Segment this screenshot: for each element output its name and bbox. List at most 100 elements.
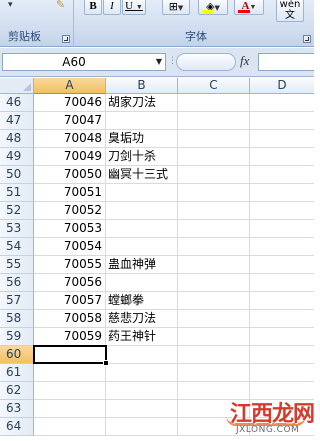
cell-a[interactable]: 70052 (34, 202, 106, 220)
cell-c[interactable] (178, 220, 250, 238)
column-header-a[interactable]: A (34, 78, 106, 94)
column-header-c[interactable]: C (178, 78, 250, 94)
cell-d[interactable] (250, 274, 314, 292)
cell-c[interactable] (178, 310, 250, 328)
cell-b[interactable]: 螳螂拳 (106, 292, 178, 310)
cell-d[interactable] (250, 292, 314, 310)
cell-d[interactable] (250, 94, 314, 112)
cell-b[interactable]: 幽冥十三式 (106, 166, 178, 184)
cell-b[interactable] (106, 220, 178, 238)
cell-a[interactable]: 70058 (34, 310, 106, 328)
cell-c[interactable] (178, 166, 250, 184)
fill-handle[interactable] (103, 360, 109, 366)
cell-c[interactable] (178, 112, 250, 130)
cell-b[interactable] (106, 346, 178, 364)
row-header[interactable]: 64 (0, 418, 34, 436)
cell-a[interactable] (34, 364, 106, 382)
cell-a[interactable]: 70049 (34, 148, 106, 166)
row-header[interactable]: 62 (0, 382, 34, 400)
row-header[interactable]: 56 (0, 274, 34, 292)
cell-d[interactable] (250, 184, 314, 202)
row-header[interactable]: 63 (0, 400, 34, 418)
select-all-button[interactable] (0, 78, 34, 94)
row-header[interactable]: 49 (0, 148, 34, 166)
cut-icon[interactable]: ▾ (8, 0, 13, 10)
cell-a[interactable] (34, 418, 106, 436)
cell-b[interactable]: 刀剑十杀 (106, 148, 178, 166)
active-cell-border[interactable] (33, 345, 107, 364)
fill-color-button[interactable]: ◈▼ (198, 0, 228, 15)
row-header[interactable]: 61 (0, 364, 34, 382)
row-header[interactable]: 54 (0, 238, 34, 256)
underline-button[interactable]: U ▼ (122, 0, 146, 15)
cell-b[interactable]: 胡家刀法 (106, 94, 178, 112)
cell-b[interactable] (106, 274, 178, 292)
clipboard-dialog-launcher-icon[interactable] (62, 35, 70, 43)
row-header[interactable]: 59 (0, 328, 34, 346)
column-header-d[interactable]: D (250, 78, 314, 94)
formula-input[interactable] (258, 53, 314, 71)
cell-c[interactable] (178, 184, 250, 202)
name-box[interactable]: A60 ▼ (2, 53, 166, 71)
row-header[interactable]: 52 (0, 202, 34, 220)
cell-b[interactable] (106, 382, 178, 400)
cell-a[interactable]: 70057 (34, 292, 106, 310)
cell-a[interactable]: 70048 (34, 130, 106, 148)
cell-c[interactable] (178, 256, 250, 274)
cell-b[interactable] (106, 202, 178, 220)
cell-a[interactable]: 70046 (34, 94, 106, 112)
cell-b[interactable] (106, 364, 178, 382)
cell-a[interactable]: 70051 (34, 184, 106, 202)
italic-button[interactable]: I (103, 0, 121, 15)
cell-a[interactable] (34, 382, 106, 400)
cell-c[interactable] (178, 202, 250, 220)
cell-b[interactable] (106, 184, 178, 202)
row-header[interactable]: 55 (0, 256, 34, 274)
row-header[interactable]: 53 (0, 220, 34, 238)
cell-a[interactable]: 70059 (34, 328, 106, 346)
cell-c[interactable] (178, 364, 250, 382)
phonetic-guide-button[interactable]: wén 文 (276, 0, 304, 22)
cell-d[interactable] (250, 148, 314, 166)
cell-c[interactable] (178, 346, 250, 364)
cell-d[interactable] (250, 220, 314, 238)
row-header[interactable]: 48 (0, 130, 34, 148)
cell-d[interactable] (250, 364, 314, 382)
cell-d[interactable] (250, 166, 314, 184)
cell-a[interactable]: 70054 (34, 238, 106, 256)
cell-d[interactable] (250, 328, 314, 346)
font-color-button[interactable]: A▼ (234, 0, 264, 15)
cell-a[interactable] (34, 400, 106, 418)
cell-c[interactable] (178, 94, 250, 112)
row-header[interactable]: 47 (0, 112, 34, 130)
cell-d[interactable] (250, 310, 314, 328)
column-header-b[interactable]: B (106, 78, 178, 94)
borders-button[interactable]: ⊞▼ (162, 0, 190, 15)
chevron-down-icon[interactable]: ▼ (156, 54, 162, 70)
row-header[interactable]: 50 (0, 166, 34, 184)
cell-d[interactable] (250, 202, 314, 220)
cell-d[interactable] (250, 112, 314, 130)
cell-a[interactable]: 70055 (34, 256, 106, 274)
cell-c[interactable] (178, 130, 250, 148)
cell-a[interactable]: 70047 (34, 112, 106, 130)
cell-d[interactable] (250, 346, 314, 364)
cell-b[interactable]: 臭垢功 (106, 130, 178, 148)
cell-c[interactable] (178, 148, 250, 166)
cell-c[interactable] (178, 328, 250, 346)
cell-d[interactable] (250, 238, 314, 256)
cell-c[interactable] (178, 274, 250, 292)
cell-c[interactable] (178, 292, 250, 310)
cell-b[interactable]: 慈悲刀法 (106, 310, 178, 328)
cell-d[interactable] (250, 130, 314, 148)
cell-a[interactable]: 70053 (34, 220, 106, 238)
row-header[interactable]: 60 (0, 346, 34, 364)
cell-c[interactable] (178, 238, 250, 256)
cell-b[interactable] (106, 418, 178, 436)
cell-b[interactable] (106, 400, 178, 418)
cell-b[interactable]: 蛊血神弹 (106, 256, 178, 274)
row-header[interactable]: 58 (0, 310, 34, 328)
cell-d[interactable] (250, 256, 314, 274)
bold-button[interactable]: B (84, 0, 102, 15)
insert-function-button[interactable]: fx (240, 53, 249, 69)
